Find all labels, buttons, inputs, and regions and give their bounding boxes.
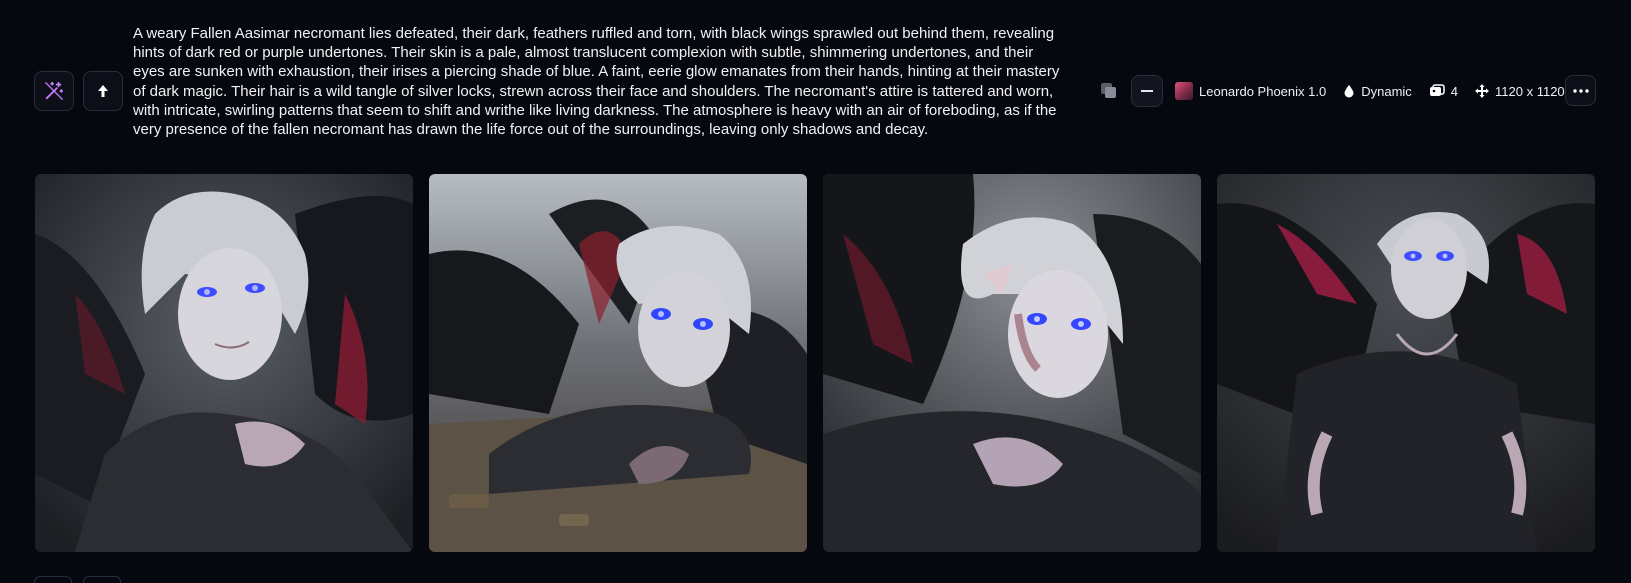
model-tag: Leonardo Phoenix 1.0	[1175, 82, 1326, 100]
generated-image-2[interactable]	[429, 174, 807, 552]
collapse-button[interactable]	[1131, 75, 1163, 107]
image-2-render	[429, 174, 807, 552]
copy-button[interactable]	[1093, 75, 1125, 107]
model-thumbnail	[1175, 82, 1193, 100]
more-options-button[interactable]	[1565, 75, 1596, 106]
image-4-render	[1217, 174, 1595, 552]
next-row-stub-1	[34, 576, 72, 583]
style-tag: Dynamic	[1343, 84, 1412, 99]
image-count-tag: 4	[1429, 84, 1458, 99]
magic-wand-icon	[45, 81, 64, 100]
upload-button[interactable]	[83, 71, 123, 111]
copy-icon	[1101, 83, 1116, 98]
image-1-render	[35, 174, 413, 552]
generation-meta: Leonardo Phoenix 1.0 Dynamic 4 1120 x 11…	[1093, 71, 1595, 111]
image-count: 4	[1450, 83, 1459, 99]
style-name: Dynamic	[1361, 83, 1412, 99]
prompt-text: A weary Fallen Aasimar necromant lies de…	[133, 25, 1060, 139]
more-dots-icon	[1572, 88, 1589, 93]
image-3-render	[823, 174, 1201, 552]
generated-image-1[interactable]	[35, 174, 413, 552]
droplet-icon	[1344, 85, 1354, 98]
dimensions-tag: 1120 x 1120px	[1475, 84, 1578, 99]
move-arrows-icon	[1475, 84, 1490, 98]
arrow-up-icon	[98, 85, 108, 97]
model-name: Leonardo Phoenix 1.0	[1199, 83, 1327, 99]
magic-prompt-button[interactable]	[34, 71, 74, 111]
generated-image-4[interactable]	[1217, 174, 1595, 552]
next-row-stub-2	[83, 576, 121, 583]
images-icon	[1429, 84, 1445, 96]
minus-icon	[1141, 90, 1153, 92]
generated-image-3[interactable]	[823, 174, 1201, 552]
